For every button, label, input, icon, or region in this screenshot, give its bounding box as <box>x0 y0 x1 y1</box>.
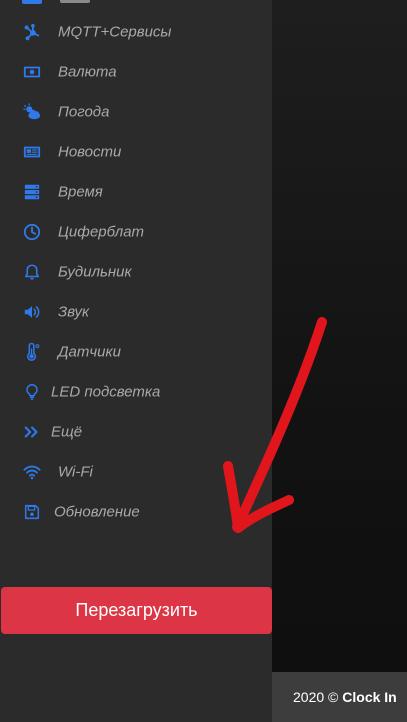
cloud-sun-icon <box>22 102 42 122</box>
bell-icon <box>22 262 42 282</box>
footer-brand: Clock In <box>342 689 397 705</box>
sidebar-item-label: Обновление <box>54 503 140 521</box>
hub-icon <box>22 22 42 42</box>
sidebar-item-weather[interactable]: Погода <box>0 94 272 130</box>
sidebar-item-label: Звук <box>58 303 90 321</box>
sidebar-item-more[interactable]: Ещё <box>0 414 272 450</box>
sidebar-item-sound[interactable]: Звук <box>0 294 272 330</box>
sidebar-item-news[interactable]: Новости <box>0 134 272 170</box>
sidebar-item-label: Ещё <box>51 423 83 441</box>
sidebar-item-alarm[interactable]: Будильник <box>0 254 272 290</box>
sidebar-item-mqtt[interactable]: MQTT+Сервисы <box>0 14 272 50</box>
sidebar-item-label: Валюта <box>58 63 117 81</box>
thermometer-icon <box>22 342 42 362</box>
reboot-button[interactable]: Перезагрузить <box>1 587 272 634</box>
sidebar-item-time[interactable]: Время <box>0 174 272 210</box>
sidebar-item-label: LED подсветка <box>51 383 161 401</box>
sidebar-item-label: Будильник <box>58 263 132 281</box>
sidebar-item-sensors[interactable]: Датчики <box>0 334 272 370</box>
sidebar-item-wifi[interactable]: Wi-Fi <box>0 454 272 490</box>
sidebar-item-label: Новости <box>58 143 122 161</box>
wifi-icon <box>22 462 42 482</box>
volume-icon <box>22 302 42 322</box>
footer-year: 2020 <box>293 689 325 705</box>
clock-icon <box>22 222 42 242</box>
sidebar-item-label: Датчики <box>58 343 121 361</box>
sidebar-item-label: Погода <box>58 103 110 121</box>
main-content-area <box>272 0 407 722</box>
copyright-symbol: © <box>328 689 339 705</box>
sidebar-item-label: MQTT+Сервисы <box>58 23 172 41</box>
footer: 2020 © Clock In <box>272 672 407 722</box>
server-icon <box>22 182 42 202</box>
sidebar-item-update[interactable]: Обновление <box>0 494 272 530</box>
sidebar-item-clockface[interactable]: Циферблат <box>0 214 272 250</box>
partial-icon-top <box>22 0 42 4</box>
sidebar-item-label: Циферблат <box>58 223 145 241</box>
sidebar-item-currency[interactable]: Валюта <box>0 54 272 90</box>
double-chevron-right-icon <box>22 422 42 442</box>
sidebar-item-label: Wi-Fi <box>58 463 93 481</box>
sidebar-item-label: Время <box>58 183 103 201</box>
lightbulb-icon <box>22 382 42 402</box>
newspaper-icon <box>22 142 42 162</box>
partial-label-top <box>60 0 90 3</box>
money-bill-icon <box>22 62 42 82</box>
floppy-disk-icon <box>22 502 42 522</box>
footer-copyright: 2020 © Clock In <box>293 689 397 705</box>
sidebar-item-led[interactable]: LED подсветка <box>0 374 272 410</box>
